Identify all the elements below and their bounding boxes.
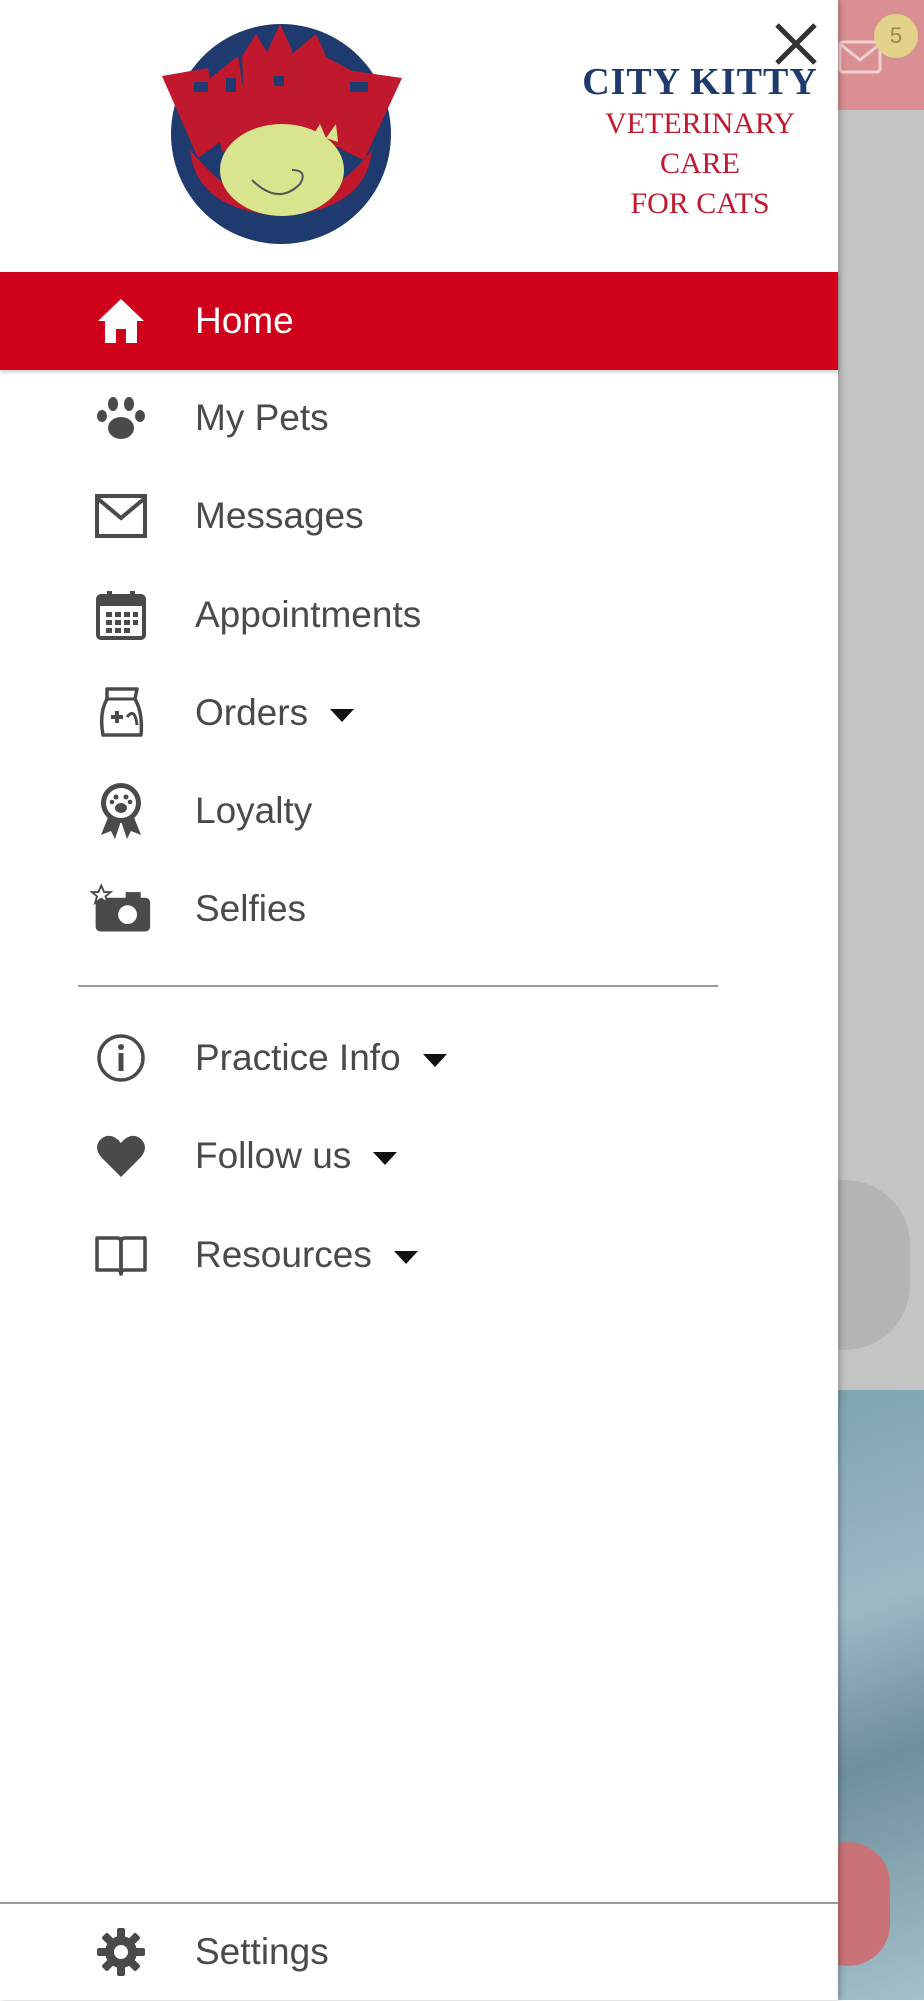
menu-item-home[interactable]: Home [0, 272, 838, 370]
info-icon [90, 1027, 152, 1089]
chevron-down-icon [422, 1053, 447, 1067]
menu-item-label: Loyalty [195, 790, 313, 831]
menu-item-label: Resources [195, 1234, 418, 1276]
menu-item-text: Follow us [195, 1135, 352, 1176]
camera-star-icon [90, 878, 152, 940]
logo-wordmark: CITY KITTY VETERINARY CARE FOR CATS [560, 60, 840, 224]
menu-item-loyalty[interactable]: Loyalty [0, 762, 838, 860]
chevron-down-icon [330, 708, 355, 722]
menu-item-label: Messages [195, 495, 364, 536]
envelope-icon [90, 485, 152, 547]
menu-item-label: Appointments [195, 594, 422, 635]
menu-item-label: Follow us [195, 1135, 398, 1177]
menu-item-label: Settings [195, 1931, 329, 1972]
heart-icon [90, 1125, 152, 1187]
menu-item-text: Orders [195, 692, 309, 733]
menu-item-label: Home [195, 300, 294, 341]
navigation-drawer: CITY KITTY VETERINARY CARE FOR CATS Home… [0, 0, 838, 2000]
menu-item-text: Resources [195, 1234, 372, 1275]
logo-line-2: CARE [659, 147, 740, 180]
calendar-icon [90, 584, 152, 646]
menu-item-my-pets[interactable]: My Pets [0, 369, 838, 467]
menu-item-label: Orders [195, 692, 355, 734]
menu-item-settings[interactable]: Settings [0, 1903, 838, 2001]
logo-line-1: VETERINARY [605, 107, 795, 140]
menu-item-text: Practice Info [195, 1037, 401, 1078]
notification-badge: 5 [874, 14, 918, 58]
menu-item-orders[interactable]: Orders [0, 664, 838, 762]
menu-item-label: Selfies [195, 888, 307, 929]
practice-logo: CITY KITTY VETERINARY CARE FOR CATS [160, 20, 817, 250]
menu-divider [78, 985, 718, 987]
chevron-down-icon [373, 1151, 398, 1165]
logo-line-3: FOR CATS [630, 187, 770, 220]
city-kitty-emblem [162, 24, 402, 244]
chevron-down-icon [393, 1250, 418, 1264]
menu-item-appointments[interactable]: Appointments [0, 566, 838, 664]
menu-item-messages[interactable]: Messages [0, 467, 838, 565]
award-ribbon-icon [90, 780, 152, 842]
menu-item-practice-info[interactable]: Practice Info [0, 1009, 838, 1107]
gear-icon [90, 1921, 152, 1983]
menu-item-selfies[interactable]: Selfies [0, 860, 838, 958]
menu-item-label: Practice Info [195, 1037, 447, 1079]
menu-item-follow-us[interactable]: Follow us [0, 1107, 838, 1205]
home-icon [90, 290, 152, 352]
paw-icon [90, 387, 152, 449]
logo-title: CITY KITTY [582, 61, 818, 103]
menu-item-label: My Pets [195, 397, 329, 438]
food-bag-icon [90, 682, 152, 744]
open-book-icon [90, 1224, 152, 1286]
menu-item-resources[interactable]: Resources [0, 1206, 838, 1304]
